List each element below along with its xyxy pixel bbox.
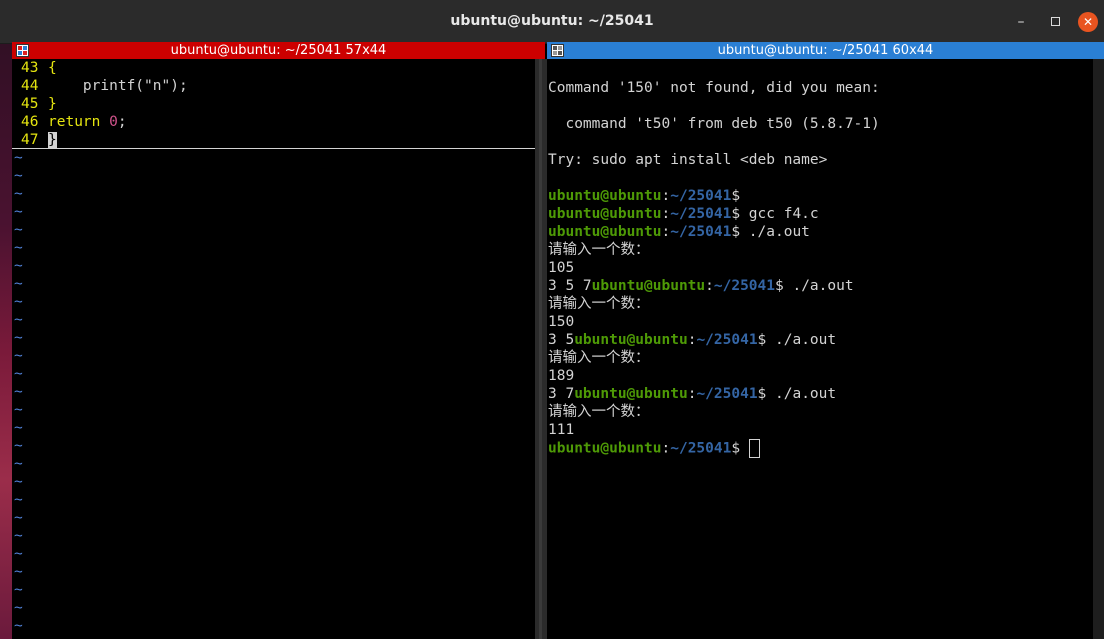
tilde-marker: ~ [14, 546, 23, 562]
code-line: 46 return 0; [21, 114, 127, 130]
code-line: 45} [21, 96, 57, 112]
tilde-marker: ~ [14, 402, 23, 418]
tilde-marker: ~ [14, 366, 23, 382]
prompt-line: 3 7ubuntu@ubuntu:~/25041$ ./a.out [548, 386, 837, 402]
prompt-line: 3 5 7ubuntu@ubuntu:~/25041$ ./a.out [548, 278, 854, 294]
tilde-marker: ~ [14, 510, 23, 526]
tilde-marker: ~ [14, 186, 23, 202]
shell-pane[interactable]: Command '150' not found, did you mean: c… [547, 59, 1093, 639]
tilde-marker: ~ [14, 330, 23, 346]
window-titlebar[interactable]: ubuntu@ubuntu: ~/25041 – ✕ [0, 0, 1104, 44]
tilde-marker: ~ [14, 150, 23, 166]
right-pane-title: ubuntu@ubuntu: ~/25041 60x44 [717, 43, 934, 58]
prompt-line-active[interactable]: ubuntu@ubuntu:~/25041$ [548, 439, 1093, 458]
pane-divider[interactable] [535, 59, 547, 639]
tilde-marker: ~ [14, 240, 23, 256]
terminal-cursor[interactable] [748, 439, 760, 458]
tilde-marker: ~ [14, 348, 23, 364]
terminator-grid-icon[interactable] [551, 44, 564, 57]
output-line: 105 [548, 260, 575, 276]
tilde-marker: ~ [14, 582, 23, 598]
code-line: 43{ [21, 60, 57, 76]
output-line: 请输入一个数： [548, 404, 650, 420]
empty-line-markers: ~ ~ ~ ~ ~ ~ ~ ~ ~ ~ ~ ~ ~ ~ ~ ~ ~ ~ ~ ~ ~ ~ ~ ~ ~ ~ ~ [12, 149, 535, 635]
prompt-line: ubuntu@ubuntu:~/25041$ ./a.out [548, 224, 810, 240]
maximize-icon[interactable] [1045, 12, 1065, 32]
tilde-marker: ~ [14, 204, 23, 220]
output-line: 111 [548, 422, 575, 438]
output-line: 150 [548, 314, 575, 330]
tilde-marker: ~ [14, 438, 23, 454]
vim-cursor: } [48, 132, 57, 148]
code-line: 44 printf("n"); [21, 78, 188, 94]
output-line: 请输入一个数： [548, 242, 650, 258]
tilde-marker: ~ [14, 618, 23, 634]
prompt-line: ubuntu@ubuntu:~/25041$ gcc f4.c [548, 206, 819, 222]
tilde-marker: ~ [14, 276, 23, 292]
tilde-marker: ~ [14, 492, 23, 508]
output-line: 请输入一个数： [548, 350, 650, 366]
prompt-line: 3 5ubuntu@ubuntu:~/25041$ ./a.out [548, 332, 837, 348]
minimize-icon[interactable]: – [1011, 12, 1031, 32]
scrollbar[interactable] [1093, 59, 1104, 639]
output-line: command 't50' from deb t50 (5.8.7-1) [548, 116, 880, 132]
tilde-marker: ~ [14, 312, 23, 328]
left-pane-title: ubuntu@ubuntu: ~/25041 57x44 [170, 43, 387, 58]
output-line: 189 [548, 368, 575, 384]
terminator-grid-icon[interactable] [16, 44, 29, 57]
desktop-wallpaper [0, 0, 12, 639]
window-title: ubuntu@ubuntu: ~/25041 [450, 13, 654, 29]
code-line-current: 47} [12, 131, 535, 149]
tilde-marker: ~ [14, 528, 23, 544]
output-line: 请输入一个数： [548, 296, 650, 312]
tilde-marker: ~ [14, 420, 23, 436]
vim-editor-pane[interactable]: 43{ 44 printf("n"); 45} 46 return 0; 47} … [12, 59, 535, 639]
tilde-marker: ~ [14, 600, 23, 616]
tilde-marker: ~ [14, 294, 23, 310]
tilde-marker: ~ [14, 474, 23, 490]
tilde-marker: ~ [14, 456, 23, 472]
left-pane-header[interactable]: ubuntu@ubuntu: ~/25041 57x44 [12, 42, 545, 59]
tilde-marker: ~ [14, 222, 23, 238]
right-pane-header[interactable]: ubuntu@ubuntu: ~/25041 60x44 [547, 42, 1104, 59]
tilde-marker: ~ [14, 564, 23, 580]
output-line: Try: sudo apt install <deb name> [548, 152, 828, 168]
tilde-marker: ~ [14, 384, 23, 400]
output-line: Command '150' not found, did you mean: [548, 80, 880, 96]
close-icon[interactable]: ✕ [1078, 12, 1098, 32]
tilde-marker: ~ [14, 258, 23, 274]
tilde-marker: ~ [14, 168, 23, 184]
prompt-line: ubuntu@ubuntu:~/25041$ [548, 188, 741, 204]
